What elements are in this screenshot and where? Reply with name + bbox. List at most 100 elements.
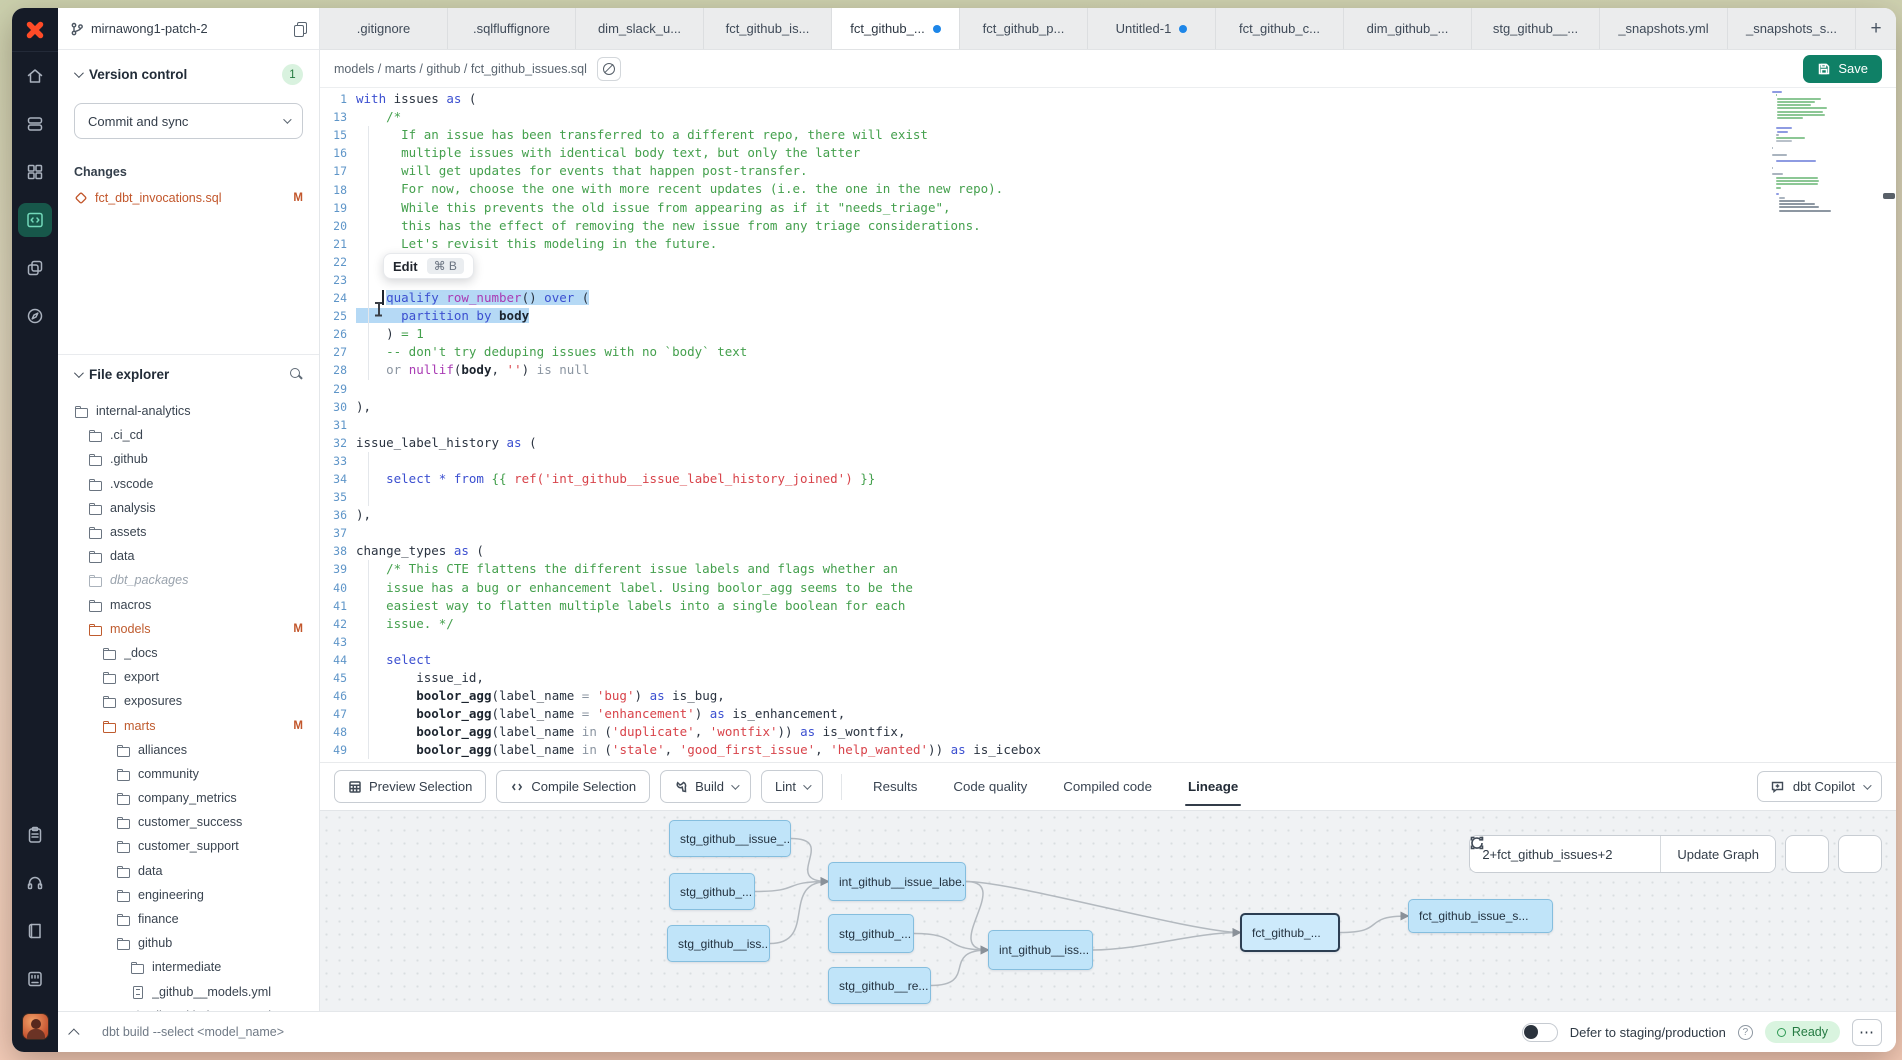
code-line[interactable]: 37 — [320, 524, 1766, 542]
lineage-node-stg-github-re-[interactable]: stg_github__re... — [828, 967, 931, 1004]
docs-icon[interactable] — [18, 914, 52, 948]
code-line[interactable]: 28 or nullif(body, '') is null — [320, 361, 1766, 379]
expand-console-icon[interactable] — [68, 1028, 79, 1039]
save-button[interactable]: Save — [1803, 55, 1882, 83]
dashboard-icon[interactable] — [18, 155, 52, 189]
code-line[interactable]: 44 select — [320, 651, 1766, 669]
dbt-logo-icon[interactable] — [12, 8, 58, 52]
editor-tab--snapshots-yml[interactable]: _snapshots.yml — [1600, 8, 1728, 49]
home-icon[interactable] — [18, 59, 52, 93]
lineage-node-stg-github-[interactable]: stg_github_... — [669, 873, 755, 910]
tree-item-dbt-packages[interactable]: dbt_packages — [58, 568, 319, 592]
code-line[interactable]: 38change_types as ( — [320, 542, 1766, 560]
code-line[interactable]: 49 boolor_agg(label_name in ('stale', 'g… — [320, 741, 1766, 759]
environments-icon[interactable] — [18, 107, 52, 141]
tree-item--ci-cd[interactable]: .ci_cd — [58, 423, 319, 447]
defer-toggle[interactable] — [1522, 1023, 1558, 1042]
code-line[interactable]: 42 issue. */ — [320, 615, 1766, 633]
tree-item--github-models-yml[interactable]: _github__models.yml — [58, 980, 319, 1004]
code-line[interactable]: 31 — [320, 416, 1766, 434]
lineage-node-int-github-issue-labe-[interactable]: int_github__issue_labe... — [828, 862, 966, 901]
lineage-node-stg-github-iss-[interactable]: stg_github__iss... — [667, 925, 770, 962]
lineage-node-stg-github-[interactable]: stg_github_... — [828, 914, 914, 953]
code-editor[interactable]: 1with issues as (13 /*15 If an issue has… — [320, 88, 1896, 762]
code-line[interactable]: 18 For now, choose the one with more rec… — [320, 180, 1766, 198]
tree-item-github[interactable]: github — [58, 931, 319, 955]
tree-item-marts[interactable]: martsM — [58, 713, 319, 737]
lineage-panel[interactable]: stg_github__issue_... stg_github_... stg_g… — [320, 810, 1896, 1011]
tree-item-alliances[interactable]: alliances — [58, 738, 319, 762]
tree-item-macros[interactable]: macros — [58, 593, 319, 617]
code-line[interactable]: 24 qualify row_number() over ( — [320, 289, 1766, 307]
code-line[interactable]: 16 multiple issues with identical body t… — [320, 144, 1766, 162]
lineage-node-fct-github-[interactable]: fct_github_... — [1240, 913, 1340, 952]
code-line[interactable]: 32issue_label_history as ( — [320, 434, 1766, 452]
code-line[interactable]: 23 — [320, 271, 1766, 289]
build-button[interactable]: Build — [660, 770, 751, 803]
code-line[interactable]: 35 — [320, 488, 1766, 506]
lineage-node-stg-github-issue-[interactable]: stg_github__issue_... — [669, 820, 791, 857]
code-line[interactable]: 13 /* — [320, 108, 1766, 126]
tree-item-dim-github-users-sql[interactable]: dim_github_users.sql — [58, 1004, 319, 1011]
code-line[interactable]: 30), — [320, 398, 1766, 416]
editor-tab-dim-github-[interactable]: dim_github_... — [1344, 8, 1472, 49]
tree-item-company-metrics[interactable]: company_metrics — [58, 786, 319, 810]
code-line[interactable]: 25 partition by body — [320, 307, 1766, 325]
tree-item-exposures[interactable]: exposures — [58, 689, 319, 713]
tree-item--github[interactable]: .github — [58, 447, 319, 471]
tree-item--vscode[interactable]: .vscode — [58, 472, 319, 496]
tree-item-finance[interactable]: finance — [58, 907, 319, 931]
fullscreen-button[interactable] — [1785, 835, 1829, 873]
code-line[interactable]: 43 — [320, 633, 1766, 651]
tab-compiled-code[interactable]: Compiled code — [1060, 763, 1155, 810]
copilot-file-button[interactable] — [597, 57, 621, 81]
copy-icon[interactable] — [294, 22, 307, 36]
scrollbar-thumb[interactable] — [1883, 193, 1895, 199]
lineage-node-int-github-iss-[interactable]: int_github__iss... — [988, 930, 1093, 970]
tree-item-customer-support[interactable]: customer_support — [58, 834, 319, 858]
editor-tab-fct-github-p-[interactable]: fct_github_p... — [960, 8, 1088, 49]
tree-item-community[interactable]: community — [58, 762, 319, 786]
lint-button[interactable]: Lint — [761, 770, 823, 803]
tree-item-engineering[interactable]: engineering — [58, 883, 319, 907]
code-line[interactable]: 21 Let's revisit this modeling in the fu… — [320, 235, 1766, 253]
tree-item-internal-analytics[interactable]: internal-analytics — [58, 399, 319, 423]
editor-tab-untitled-1[interactable]: Untitled-1 — [1088, 8, 1216, 49]
shortcuts-icon[interactable] — [18, 962, 52, 996]
code-line[interactable]: 36), — [320, 506, 1766, 524]
code-line[interactable]: 15 If an issue has been transferred to a… — [320, 126, 1766, 144]
user-avatar[interactable] — [22, 1013, 49, 1040]
changelog-icon[interactable] — [18, 818, 52, 852]
chevron-down-icon[interactable] — [74, 368, 84, 378]
tab-code-quality[interactable]: Code quality — [950, 763, 1030, 810]
tree-item--docs[interactable]: _docs — [58, 641, 319, 665]
tree-item-export[interactable]: export — [58, 665, 319, 689]
code-line[interactable]: 27 -- don't try deduping issues with no … — [320, 343, 1766, 361]
editor-tab--snapshots-s-[interactable]: _snapshots_s... — [1728, 8, 1856, 49]
code-line[interactable]: 26 ) = 1 — [320, 325, 1766, 343]
commit-and-sync-button[interactable]: Commit and sync — [74, 103, 303, 139]
code-line[interactable]: 1with issues as ( — [320, 90, 1766, 108]
tab-results[interactable]: Results — [870, 763, 920, 810]
explore-icon[interactable] — [18, 299, 52, 333]
code-line[interactable]: 45 issue_id, — [320, 669, 1766, 687]
tree-item-data[interactable]: data — [58, 544, 319, 568]
code-line[interactable]: 22 — [320, 253, 1766, 271]
version-control-title[interactable]: Version control — [89, 67, 274, 82]
tree-item-data[interactable]: data — [58, 859, 319, 883]
update-graph-button[interactable]: Update Graph — [1660, 836, 1775, 872]
code-line[interactable]: 48 boolor_agg(label_name in ('duplicate'… — [320, 723, 1766, 741]
tree-item-analysis[interactable]: analysis — [58, 496, 319, 520]
editor-tab-fct-github-[interactable]: fct_github_... — [832, 8, 960, 49]
projects-icon[interactable] — [18, 251, 52, 285]
refresh-button[interactable] — [1838, 835, 1882, 873]
ide-editor-icon[interactable] — [18, 203, 52, 237]
code-line[interactable]: 20 this has the effect of removing the n… — [320, 217, 1766, 235]
tree-item-intermediate[interactable]: intermediate — [58, 955, 319, 979]
editor-tab--gitignore[interactable]: .gitignore — [320, 8, 448, 49]
lineage-selector-input[interactable] — [1470, 836, 1660, 872]
lineage-node-fct-github-issue-s-[interactable]: fct_github_issue_s... — [1408, 899, 1553, 933]
chevron-down-icon[interactable] — [74, 68, 84, 78]
code-line[interactable]: 29 — [320, 380, 1766, 398]
code-line[interactable]: 41 easiest way to flatten multiple label… — [320, 597, 1766, 615]
